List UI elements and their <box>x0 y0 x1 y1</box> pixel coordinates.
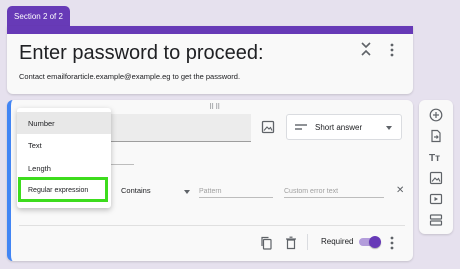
question-type-label: Short answer <box>315 122 363 132</box>
add-question-icon[interactable] <box>429 108 443 122</box>
form-description: Contact emailforarticle.example@example.… <box>19 72 241 81</box>
add-section-icon[interactable] <box>429 213 443 227</box>
floating-toolbar: Tт <box>419 100 453 234</box>
svg-text:Tт: Tт <box>429 153 440 164</box>
add-title-icon[interactable]: Tт <box>429 150 443 164</box>
add-image-icon[interactable] <box>429 171 443 185</box>
section-tab: Section 2 of 2 <box>7 6 70 26</box>
footer-divider <box>19 225 405 226</box>
short-answer-icon <box>295 124 307 130</box>
duplicate-icon[interactable] <box>260 236 272 250</box>
menu-item-regular-expression[interactable]: Regular expression <box>18 177 108 202</box>
delete-icon[interactable] <box>285 236 297 250</box>
custom-error-input[interactable] <box>284 186 384 198</box>
footer-separator <box>307 234 308 250</box>
question-type-select[interactable]: Short answer <box>286 114 402 140</box>
required-toggle[interactable] <box>359 236 381 248</box>
add-video-icon[interactable] <box>429 192 443 206</box>
collapse-section-icon[interactable] <box>359 40 373 58</box>
more-options-icon[interactable] <box>388 235 396 251</box>
page-title: Enter password to proceed: <box>19 42 264 64</box>
drag-handle-icon[interactable]: ⠿⠿ <box>209 103 221 111</box>
form-header-card: Enter password to proceed: Contact email… <box>7 26 413 94</box>
add-image-icon[interactable] <box>261 120 275 134</box>
menu-item-number[interactable]: Number <box>17 112 111 134</box>
pattern-input[interactable] <box>199 186 273 198</box>
menu-item-label: Regular expression <box>28 187 89 194</box>
chevron-down-icon <box>386 126 392 130</box>
chevron-down-icon <box>184 190 190 194</box>
remove-validation-icon[interactable]: ✕ <box>396 185 404 196</box>
menu-item-length[interactable]: Length <box>17 157 111 179</box>
import-questions-icon[interactable] <box>429 129 443 143</box>
validation-condition-select[interactable]: Contains <box>121 186 151 195</box>
more-options-icon[interactable] <box>387 42 397 58</box>
menu-item-text[interactable]: Text <box>17 134 111 156</box>
toggle-knob <box>369 236 381 248</box>
required-label: Required <box>321 237 354 246</box>
